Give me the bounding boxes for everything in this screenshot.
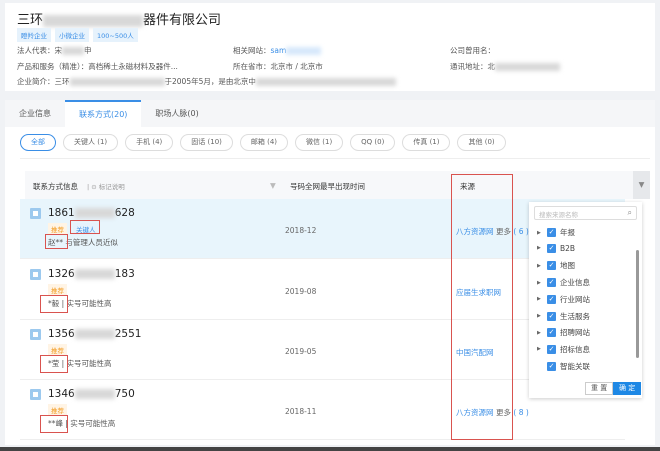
phone-number: 1346 750 bbox=[48, 388, 135, 400]
source-search-input[interactable]: 搜索来源名称 ⌕ bbox=[534, 206, 637, 220]
expand-caret-icon[interactable]: ▶ bbox=[537, 330, 543, 336]
expand-caret-icon[interactable]: ▶ bbox=[537, 245, 543, 251]
source-option[interactable]: ▶ ✓ 地图 bbox=[537, 260, 575, 271]
phone-icon bbox=[30, 389, 41, 400]
address: 通讯地址：北 bbox=[450, 61, 560, 72]
company-name: 三环 器件有限公司 bbox=[17, 13, 222, 28]
intro: 企业简介：三环 于2005年5月，是由北京中 bbox=[17, 76, 396, 87]
checkbox-checked-icon[interactable]: ✓ bbox=[547, 278, 556, 288]
scrollbar[interactable] bbox=[636, 250, 639, 358]
tag: 瞪羚企业 bbox=[17, 28, 51, 42]
phone-number: 1356 2551 bbox=[48, 328, 142, 340]
chip-landline[interactable]: 固话 (10) bbox=[180, 134, 233, 151]
chip-all[interactable]: 全部 bbox=[20, 134, 56, 151]
chip-other[interactable]: 其他 (0) bbox=[457, 134, 506, 151]
source-option[interactable]: ✓ 智能关联 bbox=[537, 361, 590, 372]
checkbox-checked-icon[interactable]: ✓ bbox=[547, 344, 556, 354]
phone-icon bbox=[30, 208, 41, 219]
company-header: 三环 器件有限公司 瞪羚企业 小微企业 100~500人 法人代表：宋申 相关网站… bbox=[5, 3, 655, 91]
col-date: 号码全网最早出现时间 bbox=[290, 182, 365, 191]
bottom-bar bbox=[0, 447, 660, 451]
annotation-box bbox=[45, 234, 68, 249]
source-option[interactable]: ▶ ✓ B2B bbox=[537, 243, 575, 253]
confirm-button[interactable]: 确 定 bbox=[613, 382, 642, 395]
tag: 100~500人 bbox=[93, 28, 138, 42]
filter-icon[interactable]: ▼ bbox=[270, 181, 276, 190]
phone-number: 1861 628 bbox=[48, 207, 135, 219]
chip-wechat[interactable]: 微信 (1) bbox=[295, 134, 344, 151]
checkbox-checked-icon[interactable]: ✓ bbox=[547, 311, 556, 321]
expand-caret-icon[interactable]: ▶ bbox=[537, 280, 543, 286]
first-seen-date: 2018-11 bbox=[285, 407, 317, 416]
website: 相关网站：sam bbox=[233, 45, 322, 56]
chip-qq[interactable]: QQ (0) bbox=[350, 134, 396, 151]
reset-button[interactable]: 重 置 bbox=[585, 382, 614, 395]
phone-icon bbox=[30, 269, 41, 280]
tab-company-info[interactable]: 企业信息 bbox=[5, 100, 65, 127]
chip-email[interactable]: 邮箱 (4) bbox=[239, 134, 289, 151]
checkbox-checked-icon[interactable]: ✓ bbox=[547, 294, 556, 304]
checkbox-checked-icon[interactable]: ✓ bbox=[547, 361, 556, 371]
source-filter-icon[interactable]: ▼ bbox=[633, 171, 650, 199]
tag: 小微企业 bbox=[55, 28, 89, 42]
table-header: 联系方式信息 | ⊙ 标记说明 ▼ 号码全网最早出现时间 来源 ▼ bbox=[25, 171, 650, 199]
expand-caret-icon[interactable]: ▶ bbox=[537, 230, 543, 236]
source-option[interactable]: ▶ ✓ 年报 bbox=[537, 227, 575, 238]
mark-note[interactable]: | ⊙ 标记说明 bbox=[87, 181, 125, 191]
source-option[interactable]: ▶ ✓ 招聘网站 bbox=[537, 327, 590, 338]
first-seen-date: 2018-12 bbox=[285, 226, 317, 235]
products: 产品和服务（精准）：高档稀土永磁材料及器件... bbox=[17, 62, 178, 71]
first-seen-date: 2019-05 bbox=[285, 347, 317, 356]
checkbox-checked-icon[interactable]: ✓ bbox=[547, 243, 556, 253]
search-icon: ⌕ bbox=[627, 208, 632, 217]
source-option[interactable]: ▶ ✓ 生活服务 bbox=[537, 311, 590, 322]
source-option[interactable]: ▶ ✓ 企业信息 bbox=[537, 277, 590, 288]
source-option[interactable]: ▶ ✓ 招标信息 bbox=[537, 344, 590, 355]
annotation-box bbox=[40, 415, 68, 433]
first-seen-date: 2019-08 bbox=[285, 287, 317, 296]
chip-key-person[interactable]: 关键人 (1) bbox=[63, 134, 119, 151]
phone-number: 1326 183 bbox=[48, 268, 135, 280]
checkbox-checked-icon[interactable]: ✓ bbox=[547, 328, 556, 338]
annotation-box bbox=[40, 295, 68, 313]
tab-network[interactable]: 职场人脉(0) bbox=[141, 100, 212, 127]
expand-caret-icon[interactable]: ▶ bbox=[537, 346, 543, 352]
chip-fax[interactable]: 传真 (1) bbox=[402, 134, 451, 151]
expand-caret-icon[interactable]: ▶ bbox=[537, 296, 543, 302]
phone-icon bbox=[30, 329, 41, 340]
source-option[interactable]: ▶ ✓ 行业网站 bbox=[537, 294, 590, 305]
col-contact: 联系方式信息 bbox=[33, 182, 78, 191]
legal-rep: 法人代表：宋申 bbox=[17, 46, 92, 55]
tab-contacts[interactable]: 联系方式(20) bbox=[65, 100, 142, 127]
divider bbox=[20, 158, 650, 159]
checkbox-checked-icon[interactable]: ✓ bbox=[547, 228, 556, 237]
annotation-box bbox=[40, 355, 68, 373]
region: 所在省市：北京市 / 北京市 bbox=[233, 62, 323, 71]
expand-caret-icon[interactable]: ▶ bbox=[537, 263, 543, 269]
chip-mobile[interactable]: 手机 (4) bbox=[125, 134, 174, 151]
checkbox-checked-icon[interactable]: ✓ bbox=[547, 261, 556, 271]
source-filter-dropdown: 搜索来源名称 ⌕ ▶ ✓ 年报 ▶ ✓ B2B ▶ ✓ 地图 ▶ ✓ 企业信息 ▶ ✓ 行业网站 ▶ ✓ 生活服务 ▶… bbox=[529, 202, 642, 398]
annotation-box bbox=[70, 220, 100, 234]
expand-caret-icon[interactable]: ▶ bbox=[537, 313, 543, 319]
former-name: 公司曾用名： bbox=[450, 46, 495, 55]
annotation-box bbox=[451, 174, 513, 440]
